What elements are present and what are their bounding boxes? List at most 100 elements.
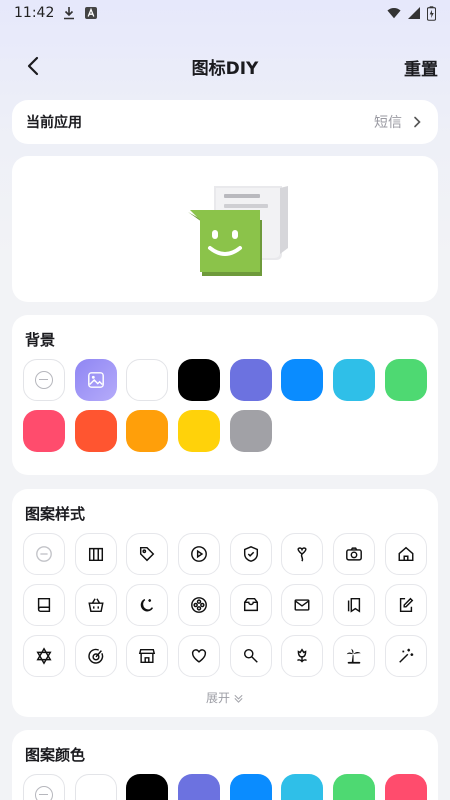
- books-icon: [88, 547, 103, 562]
- background-color-swatch[interactable]: [74, 410, 117, 452]
- background-card: 背景: [12, 315, 438, 475]
- background-color-swatch[interactable]: [281, 359, 324, 401]
- background-color-swatch[interactable]: [384, 359, 427, 401]
- back-button[interactable]: [22, 54, 46, 78]
- reset-button[interactable]: 重置: [404, 55, 438, 80]
- pattern-option[interactable]: [74, 533, 117, 575]
- pattern-option[interactable]: [23, 584, 65, 626]
- icon-preview-card: [12, 156, 438, 302]
- background-title: 背景: [25, 331, 56, 349]
- app-notification-icon: [85, 7, 98, 19]
- pattern-color-swatch[interactable]: [281, 774, 324, 800]
- film-reel-icon: [191, 597, 207, 613]
- play-circle-icon: [191, 546, 207, 562]
- pattern-color-swatch[interactable]: [74, 774, 117, 800]
- download-icon: [64, 7, 75, 20]
- pattern-option[interactable]: [384, 584, 427, 626]
- expand-button[interactable]: 展开: [12, 689, 438, 706]
- chevron-down-icon: [234, 694, 243, 703]
- status-time: 11:42: [14, 5, 55, 21]
- background-image-swatch[interactable]: [74, 359, 117, 401]
- pattern-option[interactable]: [178, 635, 221, 677]
- pattern-option[interactable]: [333, 533, 376, 575]
- pattern-style-card: 图案样式 展开: [12, 489, 438, 717]
- mail-icon: [294, 599, 310, 611]
- pattern-option[interactable]: [229, 584, 272, 626]
- battery-icon: [427, 5, 436, 21]
- background-swatches: [23, 359, 427, 452]
- background-none-swatch[interactable]: [23, 359, 65, 401]
- shield-check-icon: [243, 546, 258, 562]
- pattern-color-swatch[interactable]: [333, 774, 376, 800]
- page-title: 图标DIY: [191, 58, 259, 79]
- pattern-option[interactable]: [384, 533, 427, 575]
- pattern-option[interactable]: [384, 635, 427, 677]
- basket-icon: [88, 598, 104, 613]
- expand-label: 展开: [205, 691, 230, 705]
- current-app-label: 当前应用: [26, 115, 82, 131]
- pattern-option[interactable]: [126, 584, 169, 626]
- header: 图标DIY 重置: [0, 44, 450, 88]
- pattern-color-title: 图案颜色: [25, 746, 86, 764]
- pattern-color-swatch[interactable]: [229, 774, 272, 800]
- pattern-icon-grid: [23, 533, 427, 677]
- wifi-icon: [387, 7, 401, 19]
- store-icon: [139, 648, 156, 664]
- pattern-option[interactable]: [281, 635, 324, 677]
- pattern-color-swatch[interactable]: [126, 774, 169, 800]
- pattern-color-swatch[interactable]: [178, 774, 221, 800]
- background-color-swatch[interactable]: [126, 359, 169, 401]
- home-icon: [398, 546, 414, 562]
- pattern-option[interactable]: [74, 635, 117, 677]
- pattern-color-none-swatch[interactable]: [23, 774, 65, 800]
- background-color-swatch[interactable]: [229, 359, 272, 401]
- balloon-icon: [297, 547, 307, 562]
- pattern-style-title: 图案样式: [25, 505, 86, 523]
- pattern-option[interactable]: [229, 533, 272, 575]
- camera-icon: [346, 547, 363, 561]
- pattern-option[interactable]: [178, 533, 221, 575]
- moon-stars-icon: [141, 598, 154, 612]
- pattern-option[interactable]: [23, 635, 65, 677]
- image-icon: [87, 372, 104, 388]
- chevron-right-icon: [414, 116, 421, 128]
- pattern-option[interactable]: [281, 533, 324, 575]
- pattern-option[interactable]: [126, 533, 169, 575]
- status-bar: 11:42: [0, 0, 450, 26]
- signal-icon: [408, 7, 420, 19]
- none-icon: [36, 546, 52, 562]
- tray-icon: [243, 597, 258, 612]
- edit-icon: [399, 597, 414, 613]
- background-color-swatch[interactable]: [333, 359, 376, 401]
- pattern-color-card: 图案颜色: [12, 730, 438, 800]
- magnifier-icon: [243, 648, 258, 663]
- bookmarks-icon: [348, 597, 361, 613]
- pattern-option[interactable]: [333, 635, 376, 677]
- pattern-option[interactable]: [74, 584, 117, 626]
- palm-island-icon: [346, 648, 361, 664]
- background-color-swatch[interactable]: [229, 410, 272, 452]
- pattern-option[interactable]: [333, 584, 376, 626]
- background-color-swatch[interactable]: [23, 410, 65, 452]
- pattern-option[interactable]: [23, 533, 65, 575]
- pattern-color-swatch[interactable]: [384, 774, 427, 800]
- message-app-icon: [188, 186, 288, 276]
- pattern-option[interactable]: [281, 584, 324, 626]
- flower-icon: [297, 648, 308, 663]
- tag-icon: [140, 546, 155, 562]
- heart-icon: [192, 649, 207, 663]
- pattern-option[interactable]: [229, 635, 272, 677]
- background-color-swatch[interactable]: [126, 410, 169, 452]
- target-icon: [88, 648, 103, 664]
- pattern-option[interactable]: [126, 635, 169, 677]
- background-color-swatch[interactable]: [178, 359, 221, 401]
- star-of-david-icon: [36, 647, 52, 665]
- pattern-option[interactable]: [178, 584, 221, 626]
- pattern-color-swatches: [23, 774, 427, 800]
- none-icon: [35, 371, 53, 389]
- current-app-row[interactable]: 当前应用 短信: [12, 100, 438, 144]
- book-icon: [37, 597, 51, 613]
- background-color-swatch[interactable]: [178, 410, 221, 452]
- magic-wand-icon: [399, 648, 414, 663]
- none-icon: [35, 786, 53, 800]
